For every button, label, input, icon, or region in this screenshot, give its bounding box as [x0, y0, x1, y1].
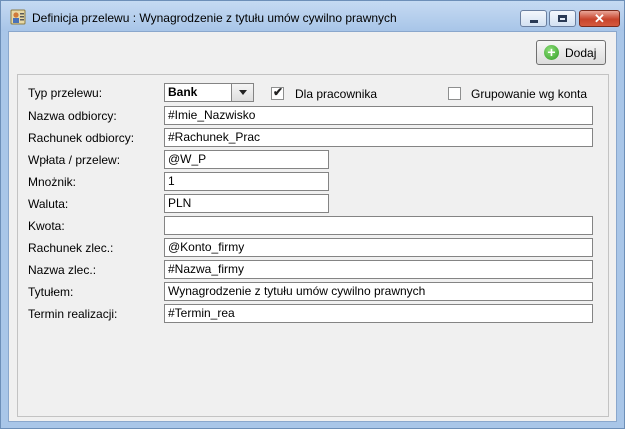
mnoznik-input[interactable]: 1 [164, 172, 329, 191]
nazwa-odbiorcy-label: Nazwa odbiorcy: [28, 109, 117, 123]
termin-realizacji-label: Termin realizacji: [28, 307, 118, 321]
dla-pracownika-label: Dla pracownika [295, 87, 378, 101]
plus-circle-icon: + [544, 45, 559, 60]
rachunek-zlec-label: Rachunek zlec.: [28, 241, 114, 255]
close-icon: ✕ [594, 11, 605, 26]
grupowanie-label: Grupowanie wg konta [471, 87, 588, 101]
tytulem-label: Tytułem: [28, 285, 74, 299]
title-bar[interactable]: Definicja przelewu : Wynagrodzenie z tyt… [1, 1, 624, 31]
minimize-icon [530, 20, 538, 23]
termin-realizacji-input[interactable]: #Termin_rea [164, 304, 593, 323]
kwota-input[interactable] [164, 216, 593, 235]
dropdown-button[interactable] [231, 84, 253, 101]
window-title: Definicja przelewu : Wynagrodzenie z tyt… [32, 11, 397, 25]
close-button[interactable]: ✕ [579, 10, 620, 27]
waluta-input[interactable]: PLN [164, 194, 329, 213]
dla-pracownika-checkbox[interactable]: ✔ [271, 85, 284, 100]
mnoznik-label: Mnożnik: [28, 175, 77, 189]
add-button-label: Dodaj [565, 46, 597, 60]
dialog-window: Definicja przelewu : Wynagrodzenie z tyt… [0, 0, 625, 429]
checkmark-icon: ✔ [273, 85, 284, 99]
rachunek-odbiorcy-label: Rachunek odbiorcy: [28, 131, 135, 145]
chevron-down-icon [239, 90, 247, 95]
wplata-przelew-label: Wpłata / przelew: [28, 153, 121, 167]
form-group: Typ przelewu: Bank ✔ Dla pracownika Grup… [17, 74, 609, 417]
kwota-label: Kwota: [28, 219, 65, 233]
nazwa-odbiorcy-input[interactable]: #Imie_Nazwisko [164, 106, 593, 125]
add-button[interactable]: + Dodaj [536, 40, 606, 65]
nazwa-zlec-input[interactable]: #Nazwa_firmy [164, 260, 593, 279]
minimize-button[interactable] [520, 10, 547, 27]
rachunek-odbiorcy-input[interactable]: #Rachunek_Prac [164, 128, 593, 147]
typ-przelewu-label: Typ przelewu: [28, 86, 103, 100]
app-icon [10, 9, 26, 25]
rachunek-zlec-input[interactable]: @Konto_firmy [164, 238, 593, 257]
typ-przelewu-value: Bank [168, 85, 198, 99]
wplata-przelew-input[interactable]: @W_P [164, 150, 329, 169]
grupowanie-checkbox[interactable] [448, 87, 461, 100]
tytulem-input[interactable]: Wynagrodzenie z tytułu umów cywilno praw… [164, 282, 593, 301]
dialog-content: + Dodaj Typ przelewu: Bank ✔ Dla pracown… [8, 31, 617, 422]
maximize-icon [558, 15, 567, 22]
typ-przelewu-select[interactable]: Bank [164, 83, 254, 102]
nazwa-zlec-label: Nazwa zlec.: [28, 263, 97, 277]
maximize-button[interactable] [549, 10, 576, 27]
waluta-label: Waluta: [28, 197, 69, 211]
